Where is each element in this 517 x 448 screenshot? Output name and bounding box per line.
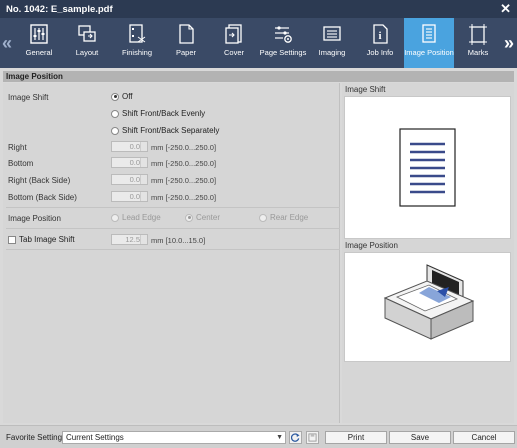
radio-label: Shift Front/Back Evenly xyxy=(122,109,206,118)
radio-dot xyxy=(111,213,119,222)
scroll-right-icon[interactable]: » xyxy=(502,18,516,68)
finishing-icon xyxy=(129,24,146,43)
tab-image-shift-checkbox[interactable]: Tab Image Shift xyxy=(8,235,75,244)
right-back-input[interactable]: 0.0 xyxy=(111,174,148,185)
bottom-bar: Favorite Setting Current Settings ▼ Prin… xyxy=(0,425,517,448)
tab-label: Paper xyxy=(175,48,196,57)
layout-icon xyxy=(78,25,96,42)
scroll-left-icon[interactable]: « xyxy=(0,18,14,68)
tab-marks[interactable]: Marks xyxy=(455,18,501,68)
divider xyxy=(6,249,340,250)
cancel-button[interactable]: Cancel xyxy=(453,431,515,444)
paper-icon xyxy=(179,24,194,44)
cover-icon xyxy=(225,24,242,44)
image-position-icon xyxy=(422,24,436,43)
bottom-back-range: mm [-250.0...250.0] xyxy=(151,193,217,202)
radio-dot xyxy=(111,126,119,135)
settings-panel: Image Shift Off Shift Front/Back Evenly … xyxy=(3,83,340,423)
save-button[interactable]: Save xyxy=(389,431,451,444)
radio-dot xyxy=(259,213,267,222)
bottom-input[interactable]: 0.0 xyxy=(111,157,148,168)
favorite-setting-value: Current Settings xyxy=(66,433,124,442)
image-position-label: Image Position xyxy=(8,214,61,223)
floppy-disk-icon xyxy=(308,433,317,442)
imaging-icon xyxy=(323,26,341,41)
job-info-icon: i xyxy=(373,24,388,44)
tab-image-position[interactable]: Image Position xyxy=(404,18,454,68)
tab-layout[interactable]: Layout xyxy=(64,18,110,68)
right-label: Right xyxy=(8,143,27,152)
tab-shift-range: mm [10.0...15.0] xyxy=(151,236,206,245)
svg-text:i: i xyxy=(378,30,381,42)
tab-label: Page Settings xyxy=(259,48,307,57)
favorite-setting-select[interactable]: Current Settings ▼ xyxy=(62,431,286,444)
image-shift-separately-radio[interactable]: Shift Front/Back Separately xyxy=(111,126,219,135)
radio-label: Shift Front/Back Separately xyxy=(122,126,220,135)
favorite-setting-label: Favorite Setting xyxy=(6,433,63,442)
tab-page-settings[interactable]: Page Settings xyxy=(257,18,309,68)
right-range: mm [-250.0...250.0] xyxy=(151,143,217,152)
print-button[interactable]: Print xyxy=(325,431,387,444)
radio-label: Lead Edge xyxy=(122,213,161,222)
radio-dot xyxy=(111,92,119,101)
center-radio[interactable]: Center xyxy=(185,213,220,222)
tab-finishing[interactable]: Finishing xyxy=(112,18,162,68)
tab-label: Job Info xyxy=(366,48,394,57)
refresh-button[interactable] xyxy=(289,431,302,444)
tab-label: Marks xyxy=(467,48,489,57)
image-shift-preview xyxy=(344,96,511,239)
bottom-back-label: Bottom (Back Side) xyxy=(8,193,77,202)
divider xyxy=(6,228,340,229)
tab-label: Cover xyxy=(223,48,244,57)
close-icon[interactable]: ✕ xyxy=(500,1,511,17)
paper-feed-illustration-icon xyxy=(383,264,475,340)
image-position-preview-title: Image Position xyxy=(345,241,398,250)
window-title: No. 1042: E_sample.pdf xyxy=(6,3,113,15)
refresh-icon xyxy=(291,433,300,442)
radio-dot xyxy=(111,109,119,118)
tab-label: Finishing xyxy=(121,48,152,57)
section-header: Image Position xyxy=(3,71,514,82)
sliders-icon xyxy=(30,24,48,44)
tab-label: Imaging xyxy=(318,48,346,57)
tab-shift-input[interactable]: 12.5 xyxy=(111,234,148,245)
right-back-label: Right (Back Side) xyxy=(8,176,71,185)
bottom-back-input[interactable]: 0.0 xyxy=(111,191,148,202)
radio-label: Off xyxy=(122,92,133,101)
radio-label: Center xyxy=(196,213,221,222)
title-bar: No. 1042: E_sample.pdf ✕ xyxy=(0,0,517,18)
checkbox-label: Tab Image Shift xyxy=(19,235,75,244)
tab-label: Image Position xyxy=(404,48,454,57)
save-favorite-button[interactable] xyxy=(306,431,319,444)
tab-imaging[interactable]: Imaging xyxy=(309,18,355,68)
toolbar: « General Layout Finishing Paper Cover P… xyxy=(0,18,517,68)
bottom-range: mm [-250.0...250.0] xyxy=(151,159,217,168)
image-shift-off-radio[interactable]: Off xyxy=(111,92,133,101)
divider xyxy=(6,207,340,208)
right-input[interactable]: 0.0 xyxy=(111,141,148,152)
bottom-label: Bottom xyxy=(8,159,34,168)
rear-edge-radio[interactable]: Rear Edge xyxy=(259,213,308,222)
lead-edge-radio[interactable]: Lead Edge xyxy=(111,213,161,222)
tab-paper[interactable]: Paper xyxy=(163,18,209,68)
chevron-down-icon: ▼ xyxy=(276,434,283,441)
tab-label: Layout xyxy=(75,48,99,57)
tab-cover[interactable]: Cover xyxy=(211,18,257,68)
page-settings-icon xyxy=(275,26,292,43)
radio-label: Rear Edge xyxy=(270,213,309,222)
image-position-preview xyxy=(344,252,511,362)
image-shift-preview-title: Image Shift xyxy=(345,85,386,94)
image-shift-evenly-radio[interactable]: Shift Front/Back Evenly xyxy=(111,109,205,118)
preview-panel: Image Shift Image Position xyxy=(342,83,514,423)
marks-icon xyxy=(469,24,487,45)
checkbox-box xyxy=(8,235,16,244)
tab-general[interactable]: General xyxy=(16,18,62,68)
tab-job-info[interactable]: i Job Info xyxy=(357,18,403,68)
right-back-range: mm [-250.0...250.0] xyxy=(151,176,217,185)
tab-label: General xyxy=(25,48,53,57)
page-preview-icon xyxy=(399,128,456,207)
image-shift-label: Image Shift xyxy=(8,93,49,102)
radio-dot xyxy=(185,213,193,222)
